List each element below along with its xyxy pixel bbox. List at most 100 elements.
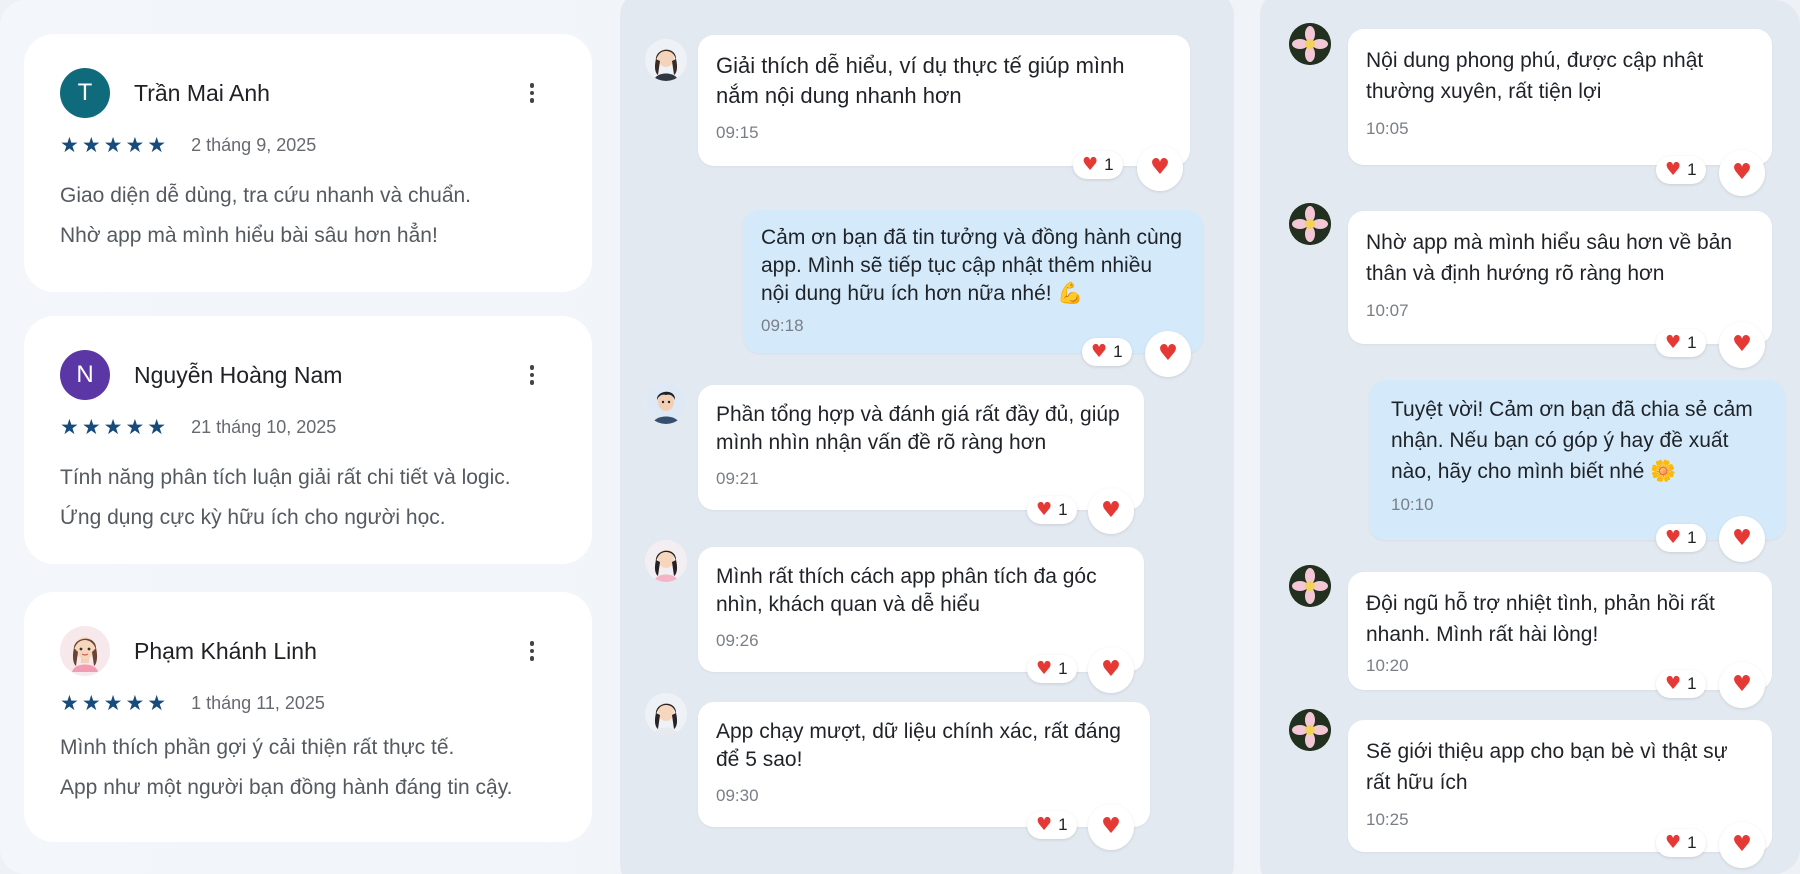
review-card: N Nguyễn Hoàng Nam ★★★★★ 21 tháng 10, 20… (24, 316, 592, 564)
like-button[interactable]: ♥ (1719, 822, 1765, 868)
reaction-badge[interactable]: ♥ 1 (1656, 670, 1706, 698)
message-text: App chạy mượt, dữ liệu chính xác, rất đá… (716, 720, 1121, 771)
message-text: Cảm ơn bạn đã tin tưởng và đồng hành cùn… (761, 226, 1183, 305)
like-button[interactable]: ♥ (1719, 662, 1765, 708)
like-button[interactable]: ♥ (1719, 516, 1765, 562)
like-button[interactable]: ♥ (1145, 331, 1191, 377)
message-text: Phần tổng hợp và đánh giá rất đầy đủ, gi… (716, 403, 1120, 454)
like-button[interactable]: ♥ (1719, 322, 1765, 368)
like-button[interactable]: ♥ (1088, 647, 1134, 693)
avatar: T (60, 68, 110, 118)
heart-icon: ♥ (1158, 341, 1178, 366)
heart-icon: ♥ (1665, 159, 1682, 180)
heart-icon: ♥ (1732, 672, 1752, 697)
chat-bubble: Mình rất thích cách app phân tích đa góc… (698, 547, 1144, 672)
app-frame: T Trần Mai Anh ★★★★★ 2 tháng 9, 2025 Gia… (0, 0, 1800, 874)
heart-icon: ♥ (1732, 832, 1752, 857)
avatar (645, 693, 687, 735)
reaction-badge[interactable]: ♥ 1 (1027, 655, 1077, 683)
chat-bubble: App chạy mượt, dữ liệu chính xác, rất đá… (698, 702, 1150, 827)
reaction-count: 1 (1058, 659, 1068, 678)
review-card: Phạm Khánh Linh ★★★★★ 1 tháng 11, 2025 M… (24, 592, 592, 842)
message-time: 09:15 (716, 123, 759, 142)
chat-bubble: Sẽ giới thiệu app cho bạn bè vì thật sự … (1348, 720, 1772, 852)
chat-bubble: Giải thích dễ hiểu, ví dụ thực tế giúp m… (698, 35, 1190, 166)
message-text: Đội ngũ hỗ trợ nhiệt tình, phản hồi rất … (1366, 592, 1715, 646)
reaction-badge[interactable]: ♥ 1 (1656, 524, 1706, 552)
review-date: 21 tháng 10, 2025 (191, 416, 337, 437)
message-time: 09:26 (716, 631, 759, 650)
reaction-count: 1 (1104, 155, 1114, 174)
heart-icon: ♥ (1665, 832, 1682, 853)
reaction-count: 1 (1687, 528, 1697, 547)
reaction-badge[interactable]: ♥ 1 (1073, 151, 1123, 179)
review-text: Giao diện dễ dùng, tra cứu nhanh và chuẩ… (60, 184, 472, 207)
review-text: Nhờ app mà mình hiểu bài sâu hơn hẳn! (60, 224, 438, 247)
message-text: Sẽ giới thiệu app cho bạn bè vì thật sự … (1366, 740, 1728, 794)
reviewer-name: Trần Mai Anh (134, 79, 270, 106)
avatar: N (60, 350, 110, 400)
like-button[interactable]: ♥ (1719, 150, 1765, 196)
flower-avatar (1289, 203, 1331, 245)
reviewer-name: Nguyễn Hoàng Nam (134, 361, 343, 388)
heart-icon: ♥ (1036, 814, 1053, 835)
message-text: Nội dung phong phú, được cập nhật thường… (1366, 49, 1704, 103)
star-icon: ★★★★★ (60, 415, 170, 439)
reaction-count: 1 (1687, 333, 1697, 352)
reaction-badge[interactable]: ♥ 1 (1082, 338, 1132, 366)
reply-bubble: Cảm ơn bạn đã tin tưởng và đồng hành cùn… (743, 210, 1203, 353)
heart-icon: ♥ (1150, 155, 1170, 180)
message-time: 10:07 (1366, 301, 1409, 320)
review-text: Ứng dụng cực kỳ hữu ích cho người học. (60, 506, 446, 529)
star-icon: ★★★★★ (60, 691, 170, 715)
heart-icon: ♥ (1732, 332, 1752, 357)
review-text: Tính năng phân tích luận giải rất chi ti… (60, 466, 511, 489)
chat-bubble: Phần tổng hợp và đánh giá rất đầy đủ, gi… (698, 385, 1144, 510)
reaction-badge[interactable]: ♥ 1 (1027, 496, 1077, 524)
message-text: Nhờ app mà mình hiểu sâu hơn về bản thân… (1366, 231, 1733, 285)
more-vert-icon[interactable] (520, 636, 544, 666)
heart-icon: ♥ (1665, 673, 1682, 694)
avatar (60, 626, 110, 676)
heart-icon: ♥ (1101, 498, 1121, 523)
reaction-count: 1 (1687, 160, 1697, 179)
reaction-badge[interactable]: ♥ 1 (1027, 811, 1077, 839)
flower-avatar (1289, 565, 1331, 607)
message-time: 10:05 (1366, 119, 1409, 138)
reaction-count: 1 (1058, 815, 1068, 834)
heart-icon: ♥ (1082, 154, 1099, 175)
reaction-badge[interactable]: ♥ 1 (1656, 829, 1706, 857)
reaction-badge[interactable]: ♥ 1 (1656, 329, 1706, 357)
more-vert-icon[interactable] (520, 360, 544, 390)
heart-icon: ♥ (1036, 499, 1053, 520)
like-button[interactable]: ♥ (1088, 804, 1134, 850)
like-button[interactable]: ♥ (1137, 145, 1183, 191)
star-icon: ★★★★★ (60, 133, 170, 157)
review-date: 1 tháng 11, 2025 (191, 692, 325, 713)
message-text: Tuyệt vời! Cảm ơn bạn đã chia sẻ cảm nhậ… (1391, 398, 1753, 483)
chat-bubble: Đội ngũ hỗ trợ nhiệt tình, phản hồi rất … (1348, 572, 1772, 690)
reaction-count: 1 (1687, 833, 1697, 852)
review-text: Mình thích phần gợi ý cải thiện rất thực… (60, 736, 455, 759)
chat-bubble: Nhờ app mà mình hiểu sâu hơn về bản thân… (1348, 211, 1772, 344)
review-date: 2 tháng 9, 2025 (191, 134, 317, 155)
heart-icon: ♥ (1665, 332, 1682, 353)
more-vert-icon[interactable] (520, 78, 544, 108)
heart-icon: ♥ (1036, 658, 1053, 679)
reaction-count: 1 (1113, 342, 1123, 361)
like-button[interactable]: ♥ (1088, 488, 1134, 534)
heart-icon: ♥ (1665, 527, 1682, 548)
heart-icon: ♥ (1732, 526, 1752, 551)
heart-icon: ♥ (1101, 657, 1121, 682)
reaction-badge[interactable]: ♥ 1 (1656, 156, 1706, 184)
flower-avatar (1289, 23, 1331, 65)
chat-bubble: Nội dung phong phú, được cập nhật thường… (1348, 29, 1772, 165)
avatar (645, 540, 687, 582)
flower-avatar (1289, 709, 1331, 751)
reviewer-name: Phạm Khánh Linh (134, 637, 317, 664)
message-time: 10:25 (1366, 810, 1409, 829)
avatar (645, 39, 687, 81)
reply-bubble: Tuyệt vời! Cảm ơn bạn đã chia sẻ cảm nhậ… (1369, 380, 1785, 540)
reaction-count: 1 (1058, 500, 1068, 519)
message-time: 10:10 (1391, 495, 1434, 514)
